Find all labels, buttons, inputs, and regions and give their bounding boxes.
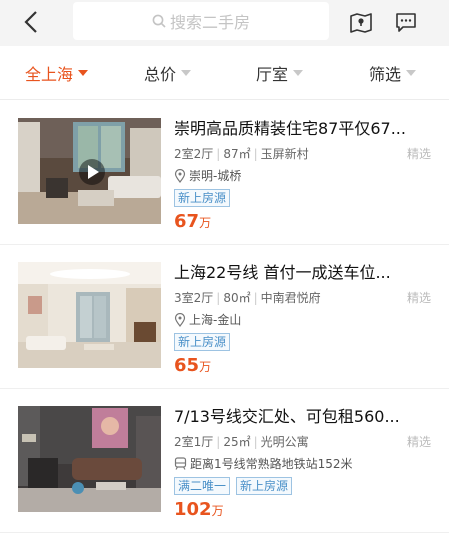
featured-label: 精选 <box>406 291 431 305</box>
listing-title: 7/13号线交汇处、可包租560... <box>174 407 400 426</box>
listing-meta: 2室1厅 | 25㎡ | 光明公寓 <box>174 435 309 449</box>
back-arrow-icon[interactable] <box>18 8 46 36</box>
listing-meta: 2室2厅 | 87㎡ | 玉屏新村 <box>174 147 309 161</box>
filter-bar: 全上海 总价 厅室 筛选 <box>0 46 449 100</box>
tag-badge: 满二唯一 <box>174 477 231 495</box>
listing-meta: 3室2厅 | 80㎡ | 中南君悦府 <box>174 291 321 305</box>
search-input[interactable]: 搜索二手房 <box>73 2 329 40</box>
listing-location: 上海-金山 <box>174 311 241 328</box>
tag-badge: 新上房源 <box>236 477 293 495</box>
listing-location: 距离1号线常熟路地铁站152米 <box>174 455 353 472</box>
caret-down-icon <box>181 70 192 76</box>
listing-location: 崇明-城桥 <box>174 167 241 184</box>
listing-price: 67万 <box>174 211 212 232</box>
listing-tags: 满二唯一 新上房源 <box>174 477 293 495</box>
caret-down-icon <box>406 70 417 76</box>
listing-card[interactable]: 上海22号线 首付一成送车位... 3室2厅 | 80㎡ | 中南君悦府 精选 上海-金… <box>0 245 449 389</box>
listing-price: 65万 <box>174 355 212 376</box>
tag-badge: 新上房源 <box>174 333 231 351</box>
caret-down-icon <box>78 70 89 76</box>
filter-region[interactable]: 全上海 <box>25 46 89 100</box>
filter-more[interactable]: 筛选 <box>369 46 417 100</box>
pin-icon <box>174 168 186 183</box>
pin-icon <box>174 312 186 327</box>
search-icon <box>152 14 166 28</box>
listing-photo <box>18 262 161 368</box>
listing-tags: 新上房源 <box>174 333 231 351</box>
metro-icon <box>174 457 187 470</box>
filter-rooms[interactable]: 厅室 <box>256 46 304 100</box>
caret-down-icon <box>293 70 304 76</box>
listing-title: 上海22号线 首付一成送车位... <box>174 263 391 282</box>
featured-label: 精选 <box>406 435 431 449</box>
map-icon[interactable] <box>349 10 373 34</box>
listing-card[interactable]: 崇明高品质精装住宅87平仅67... 2室2厅 | 87㎡ | 玉屏新村 精选 崇明-城… <box>0 101 449 245</box>
filter-total-price[interactable]: 总价 <box>144 46 192 100</box>
listing-photo <box>18 118 161 224</box>
search-placeholder: 搜索二手房 <box>169 13 250 32</box>
top-bar: 搜索二手房 <box>0 0 449 46</box>
featured-label: 精选 <box>406 147 431 161</box>
listing-tags: 新上房源 <box>174 189 231 207</box>
listing-card[interactable]: 7/13号线交汇处、可包租560... 2室1厅 | 25㎡ | 光明公寓 精选 距离1… <box>0 389 449 533</box>
message-icon[interactable] <box>394 10 418 34</box>
listing-price: 102万 <box>174 499 224 520</box>
listing-title: 崇明高品质精装住宅87平仅67... <box>174 119 406 138</box>
listing-photo <box>18 406 161 512</box>
tag-badge: 新上房源 <box>174 189 231 207</box>
